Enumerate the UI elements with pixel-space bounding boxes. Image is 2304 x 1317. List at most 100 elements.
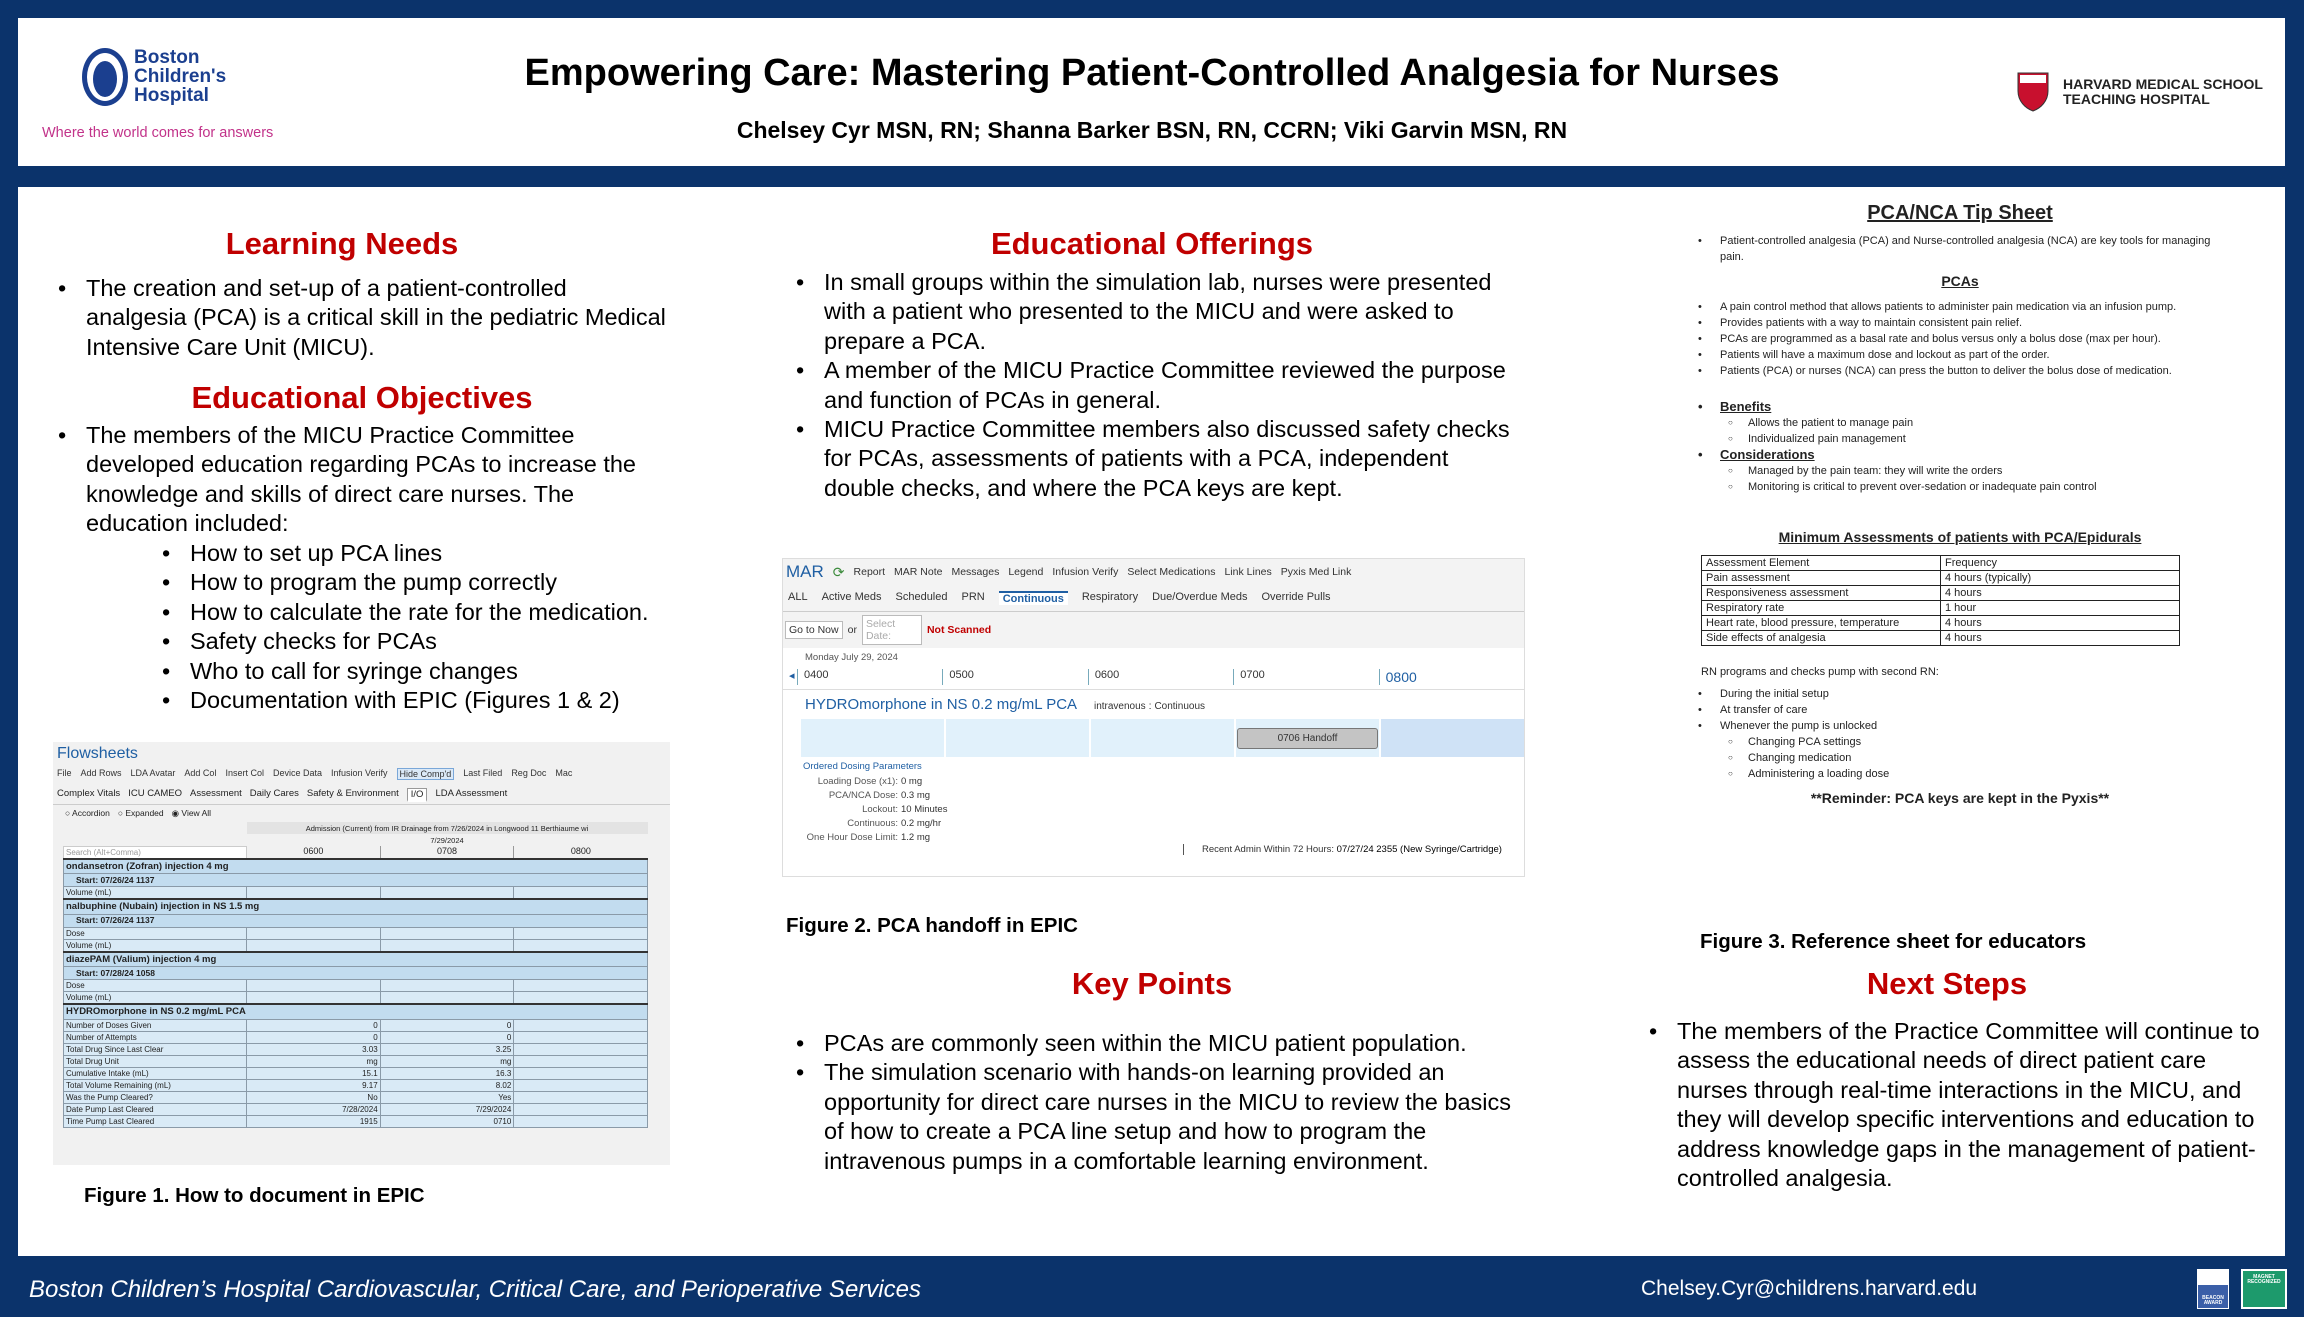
flowsheet-tab[interactable]: ICU CAMEO [128, 788, 182, 802]
mar-toolbar-button[interactable]: Report [854, 566, 886, 578]
list-item: How to calculate the rate for the medica… [160, 598, 680, 628]
param-value: 0.2 mg/hr [901, 818, 942, 829]
list-item: PCAs are programmed as a basal rate and … [1690, 331, 2230, 347]
table-row: Number of Doses Given 0 0 [63, 1018, 648, 1032]
toolbar-button[interactable]: Reg Doc [511, 768, 546, 780]
list-item: Whenever the pump is unlocked [1690, 718, 2230, 734]
objectives-list: The members of the MICU Practice Committ… [56, 421, 676, 539]
select-date-input[interactable]: Select Date: [861, 615, 922, 645]
toolbar-button[interactable]: Add Col [184, 768, 216, 780]
table-row: Volume (mL) [63, 938, 648, 952]
list-item: Patients (PCA) or nurses (NCA) can press… [1690, 363, 2230, 379]
table-row: Time Pump Last Cleared 1915 0710 [63, 1114, 648, 1128]
mar-tab[interactable]: ALL [788, 591, 808, 605]
flowsheet-tab[interactable]: LDA Assessment [435, 788, 507, 802]
section-name: diazePAM (Valium) injection 4 mg [63, 950, 648, 967]
refresh-icon[interactable]: ⟳ [833, 564, 845, 581]
table-cell: Time Pump Last Cleared [63, 1114, 247, 1128]
scroll-left-icon[interactable]: ◂ [783, 669, 797, 685]
mar-tab[interactable]: Override Pulls [1261, 591, 1330, 605]
mar-toolbar-button[interactable]: Select Medications [1127, 566, 1215, 578]
table-cell [513, 979, 648, 992]
mar-toolbar-button[interactable]: MAR Note [894, 566, 942, 578]
view-radio[interactable]: ○ Accordion [65, 808, 110, 819]
benefits-heading: Benefits [1690, 399, 2230, 415]
considerations-heading: Considerations [1690, 447, 2230, 463]
table-row: Responsiveness assessment 4 hours [1701, 585, 2180, 601]
learning-needs-list: The creation and set-up of a patient-con… [56, 274, 666, 362]
toolbar-button[interactable]: Mac [555, 768, 572, 780]
table-cell: Dose [63, 979, 247, 992]
table-cell [513, 1102, 648, 1116]
list-item: A pain control method that allows patien… [1690, 299, 2230, 315]
table-row: Was the Pump Cleared? No Yes [63, 1090, 648, 1104]
table-cell: Date Pump Last Cleared [63, 1102, 247, 1116]
mar-tab[interactable]: Respiratory [1082, 591, 1138, 605]
mar-tab[interactable]: Scheduled [896, 591, 948, 605]
mar-tab[interactable]: Active Meds [822, 591, 882, 605]
toolbar-button[interactable]: Add Rows [81, 768, 122, 780]
table-row: Volume (mL) [63, 991, 648, 1005]
table-cell: Cumulative Intake (mL) [63, 1066, 247, 1080]
recent-admin-label: Recent Admin Within 72 Hours: [1202, 844, 1335, 855]
table-cell: Was the Pump Cleared? [63, 1090, 247, 1104]
mar-medication-link[interactable]: HYDROmorphone in NS 0.2 mg/mL PCA [805, 696, 1077, 713]
flowsheet-tab[interactable]: Daily Cares [250, 788, 299, 802]
toolbar-button[interactable]: Infusion Verify [331, 768, 388, 780]
list-item: Allows the patient to manage pain [1690, 415, 2230, 431]
list-item: A member of the MICU Practice Committee … [794, 356, 1524, 415]
admission-banner: Admission (Current) from IR Drainage fro… [246, 822, 648, 834]
flowsheet-table: Admission (Current) from IR Drainage fro… [63, 822, 648, 1128]
unlocked-list: Changing PCA settingsChanging medication… [1690, 734, 2230, 782]
logo-line: HARVARD MEDICAL SCHOOL [2063, 76, 2263, 92]
table-cell: 9.17 [246, 1078, 381, 1092]
list-item: Administering a loading dose [1690, 766, 2230, 782]
go-to-now-button[interactable]: Go to Now [785, 621, 843, 639]
flowsheet-tab[interactable]: Complex Vitals [57, 788, 120, 802]
table-cell: 15.1 [246, 1066, 381, 1080]
mar-tab[interactable]: PRN [962, 591, 985, 605]
view-radio[interactable]: ◉ View All [172, 808, 211, 819]
mar-tab[interactable]: Due/Overdue Meds [1152, 591, 1247, 605]
table-cell: mg [379, 1054, 515, 1068]
flowsheet-tab[interactable]: Safety & Environment [307, 788, 399, 802]
table-cell: Total Volume Remaining (mL) [63, 1078, 247, 1092]
next-steps-heading: Next Steps [1866, 966, 2028, 1001]
footer-email[interactable]: Chelsey.Cyr@childrens.harvard.edu [1641, 1277, 1977, 1301]
toolbar-button[interactable]: Insert Col [225, 768, 264, 780]
mar-tab[interactable]: Continuous [998, 591, 1068, 605]
not-scanned-status: Not Scanned [926, 624, 992, 636]
mar-toolbar-button[interactable]: Messages [951, 566, 999, 578]
beacon-award-badge: Beacon Award [2197, 1269, 2229, 1309]
toolbar-button[interactable]: Device Data [273, 768, 322, 780]
figure3-tip-sheet: PCA/NCA Tip Sheet Patient-controlled ana… [1690, 203, 2230, 917]
toolbar-button[interactable]: Hide Comp'd [396, 768, 455, 780]
flowsheet-search-input[interactable]: Search (Alt+Comma) [63, 845, 247, 859]
table-cell: 0 [246, 1018, 381, 1032]
handoff-button[interactable]: 0706 Handoff [1236, 727, 1379, 749]
table-cell: Responsiveness assessment [1701, 585, 1941, 601]
dosing-parameters: Loading Dose (x1): 0 mg PCA/NCA Dose: 0.3 m… [783, 772, 1524, 845]
table-cell: mg [246, 1054, 381, 1068]
section-name: HYDROmorphone in NS 0.2 mg/mL PCA [63, 1003, 648, 1020]
param-value: 0.3 mg [901, 790, 931, 801]
flowsheet-tab[interactable]: I/O [406, 788, 428, 802]
assessments-heading: Minimum Assessments of patients with PCA… [1778, 529, 2142, 545]
list-item: MICU Practice Committee members also dis… [794, 415, 1524, 503]
footer-department: Boston Children’s Hospital Cardiovascula… [29, 1276, 921, 1303]
toolbar-button[interactable]: File [57, 768, 72, 780]
toolbar-button[interactable]: Last Filed [463, 768, 502, 780]
mar-toolbar-button[interactable]: Pyxis Med Link [1281, 566, 1352, 578]
or-label: or [847, 624, 857, 636]
view-radio[interactable]: ○ Expanded [118, 808, 164, 819]
table-cell: Pain assessment [1701, 570, 1941, 586]
mar-toolbar-button[interactable]: Link Lines [1224, 566, 1271, 578]
mar-toolbar-button[interactable]: Legend [1008, 566, 1043, 578]
flowsheet-tab[interactable]: Assessment [190, 788, 242, 802]
list-item: During the initial setup [1690, 686, 2230, 702]
table-row: Total Volume Remaining (mL) 9.17 8.02 [63, 1078, 648, 1092]
radio-label: View All [181, 808, 212, 818]
toolbar-button[interactable]: LDA Avatar [131, 768, 176, 780]
mar-toolbar-button[interactable]: Infusion Verify [1052, 566, 1118, 578]
pcas-heading: PCAs [1941, 273, 1979, 289]
